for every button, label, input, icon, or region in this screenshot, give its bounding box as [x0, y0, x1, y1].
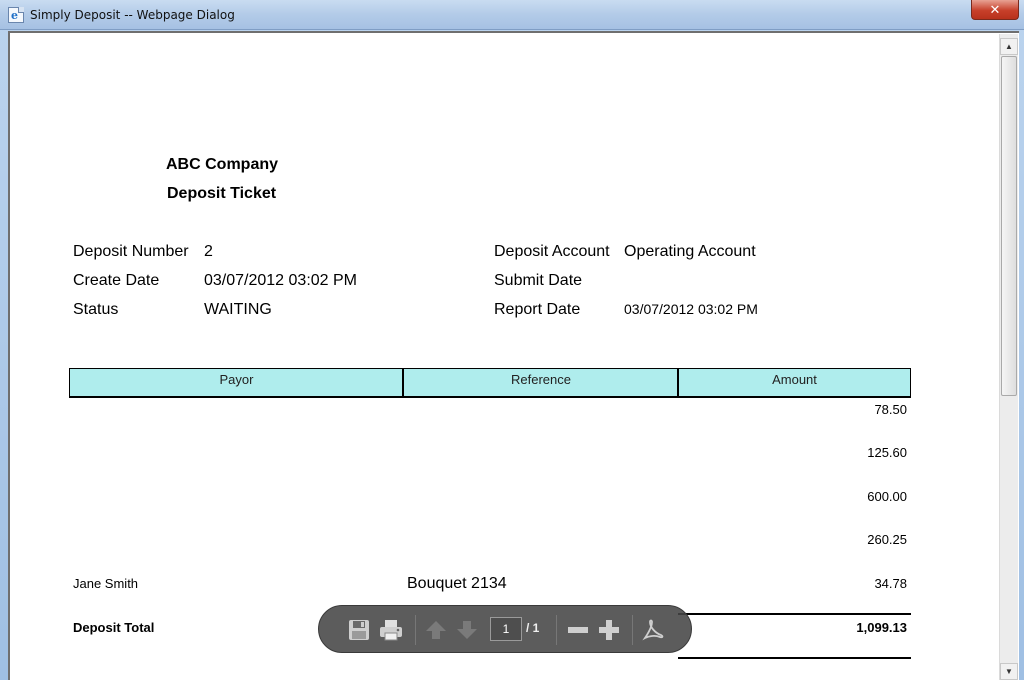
- status-label: Status: [73, 301, 119, 318]
- close-button[interactable]: ✕: [971, 0, 1019, 20]
- table-row-amount: 260.25: [867, 532, 907, 547]
- deposit-number-value: 2: [204, 243, 213, 260]
- deposit-account-label: Deposit Account: [494, 243, 610, 260]
- deposit-total-label: Deposit Total: [73, 620, 155, 635]
- page-number-input[interactable]: 1: [490, 617, 522, 641]
- total-bottom-rule: [678, 657, 911, 659]
- company-name: ABC Company: [166, 156, 279, 173]
- submit-date-label: Submit Date: [494, 272, 583, 289]
- page-down-icon[interactable]: [453, 616, 481, 644]
- zoom-in-icon[interactable]: [595, 616, 623, 644]
- report-date-label: Report Date: [494, 301, 581, 318]
- save-icon[interactable]: [345, 616, 373, 644]
- table-row-payor: Jane Smith: [73, 576, 139, 591]
- page-up-icon[interactable]: [422, 616, 450, 644]
- report-title: Deposit Ticket: [167, 185, 277, 202]
- table-row-reference: Bouquet 2134: [407, 575, 507, 592]
- column-header-reference: Reference: [511, 372, 571, 387]
- acrobat-icon[interactable]: [639, 616, 667, 644]
- table-row-amount: 34.78: [874, 576, 907, 591]
- total-top-rule: [678, 613, 911, 615]
- vertical-scrollbar[interactable]: ▲ ▼: [999, 34, 1018, 680]
- deposit-total-value: 1,099.13: [856, 620, 907, 635]
- column-header-payor: Payor: [219, 372, 254, 387]
- create-date-label: Create Date: [73, 272, 160, 289]
- table-row-amount: 600.00: [867, 489, 907, 504]
- table-row-amount: 125.60: [867, 445, 907, 460]
- column-header-amount: Amount: [772, 372, 817, 387]
- print-icon[interactable]: [377, 616, 405, 644]
- scroll-up-arrow-icon[interactable]: ▲: [1000, 38, 1018, 55]
- page-count: / 1: [526, 621, 540, 635]
- status-value: WAITING: [204, 301, 272, 318]
- ie-page-icon: e: [8, 7, 24, 23]
- pdf-toolbar: 1 / 1: [318, 605, 692, 653]
- scrollbar-thumb[interactable]: [1001, 56, 1017, 396]
- table-header: Payor Reference Amount: [69, 368, 911, 398]
- report-viewport: [8, 31, 1019, 680]
- table-row-amount: 78.50: [874, 402, 907, 417]
- zoom-out-icon[interactable]: [564, 616, 592, 644]
- create-date-value: 03/07/2012 03:02 PM: [204, 272, 358, 289]
- scroll-down-arrow-icon[interactable]: ▼: [1000, 663, 1018, 680]
- window-title: Simply Deposit -- Webpage Dialog: [30, 8, 235, 22]
- deposit-number-label: Deposit Number: [73, 243, 189, 260]
- deposit-account-value: Operating Account: [624, 243, 756, 260]
- title-bar: e Simply Deposit -- Webpage Dialog ✕: [0, 0, 1024, 30]
- report-date-value: 03/07/2012 03:02 PM: [624, 301, 758, 317]
